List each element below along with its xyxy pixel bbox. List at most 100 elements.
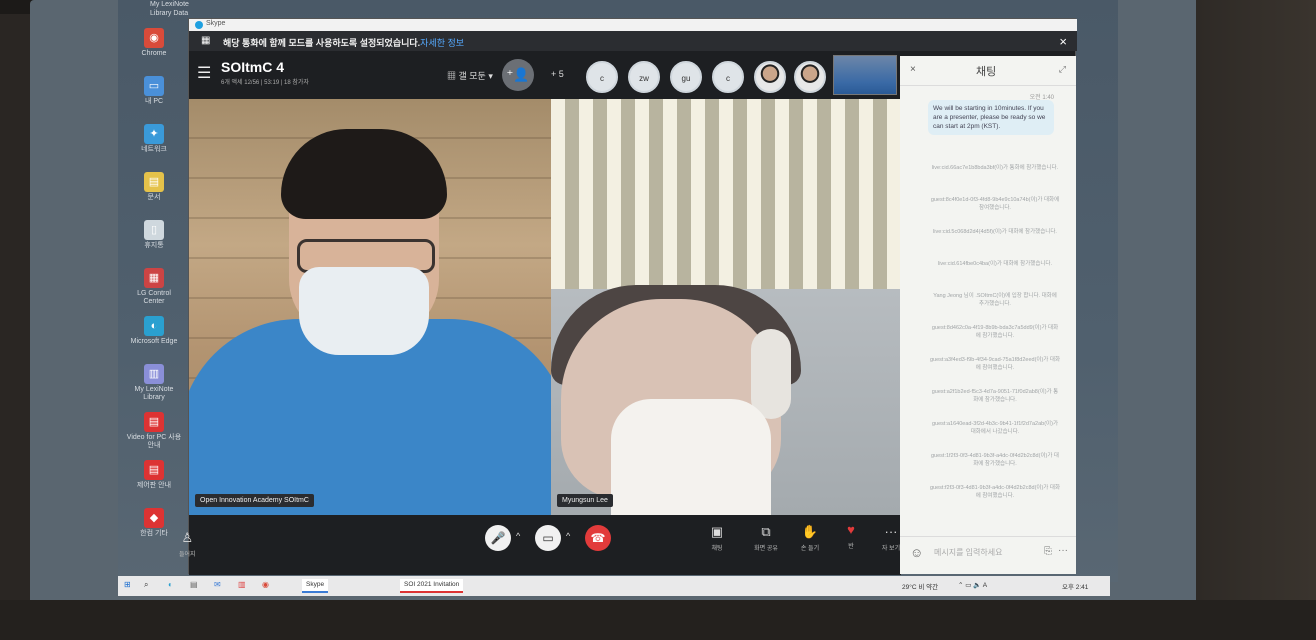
chat-header: × 채팅 ⤢ [900,56,1076,86]
system-message: guest:f2f3-0f3-4d81-9b3f-a4dc-0f4d2b2c8d… [930,485,1061,499]
desktop-app-icon: ▤ [144,460,164,480]
system-message: Yang Jeong 님이 .SOItmC(이)에 입장 합니다. 대화에 추가… [933,293,1057,307]
participant-avatar[interactable]: gu [670,61,702,93]
person-hair [281,129,447,219]
message-input[interactable]: 메시지를 입력하세요 [934,547,1002,558]
desktop-app-icon: ◐ [144,316,164,336]
together-mode-icon: ▦ [201,35,211,46]
call-info: 6개 액세 12/56 | 53:19 | 18 참가자 [221,80,309,86]
participant-avatar[interactable]: c [712,61,744,93]
participant-name-tag: Open Innovation Academy SOItmC [195,494,314,507]
screen-share-button[interactable]: ⧉ 화면 공유 [749,523,783,552]
raise-hand-button[interactable]: ✋ 손 들기 [795,523,825,552]
desktop-app-icon: ▭ [144,76,164,96]
desktop-icon[interactable]: ▦ LG Control Center [126,268,182,306]
desktop-icon-label: 한컴 기타 [140,530,168,537]
desktop-icon[interactable]: ◉ Chrome [126,28,182,58]
desktop-icon-label: 내 PC [144,98,164,105]
system-message: guest:a2f1b2ed-f5c3-4d7a-9051-71f0d2ab8(… [931,389,1059,403]
video-tile-left[interactable]: Open Innovation Academy SOItmC [189,99,551,515]
ceiling-slats [551,99,901,289]
emoji-icon[interactable]: ☺ [910,545,923,560]
chat-panel: × 채팅 ⤢ 오전 1:40 We will be starting in 10… [900,56,1076,574]
system-message: guest:1f2f3-0f3-4d81-9b3f-a4dc-0f4d2b2c8… [930,453,1059,467]
search-icon[interactable]: ⌕ [144,580,148,590]
expand-icon[interactable]: ⤢ [1059,64,1066,75]
desktop-icon-label: Chrome [141,50,167,57]
desktop-icon-label: 네트워크 [141,146,167,153]
chat-close-icon[interactable]: × [910,64,916,75]
participant-name-tag: Myungsun Lee [557,494,613,507]
menu-icon[interactable]: ☰ [197,63,211,83]
desktop-icon[interactable]: ▥ My LexiNote Library [126,364,182,402]
hand-icon: ✋ [801,524,819,539]
chat-more-icon[interactable]: ··· [1058,545,1068,556]
chrome-taskbar-icon[interactable]: ◉ [262,580,269,589]
desktop-icon[interactable]: ◐ Microsoft Edge [126,316,182,346]
self-video-thumbnail[interactable] [833,55,897,95]
mail-taskbar-icon[interactable]: ✉ [214,580,221,589]
system-message: guest:a3f4ed3-f9b-4f34-9cad-75a1f8d2eed(… [930,357,1061,371]
desktop-app-icon: ✦ [144,124,164,144]
reaction-button[interactable]: ♥ 반 [839,521,863,550]
desktop-icon-label: LG Control Center [137,290,171,305]
mic-button[interactable]: 🎤 [485,525,511,551]
chat-message: We will be starting in 10minutes. If you… [928,100,1054,135]
video-tile-right[interactable]: Myungsun Lee [551,99,901,515]
desktop-icon-label: Microsoft Edge [130,338,178,345]
taskbar: ⊞ ⌕ ◐ ▤ ✉ ▥ ◉ Skype SOI 2021 Invitation … [118,576,1110,596]
view-mode-button[interactable]: ▦ 갤 모둔 ▾ [447,69,493,82]
chat-button[interactable]: ▣ 채팅 [705,523,729,552]
person-mask [611,399,771,515]
participant-avatar[interactable]: c [586,61,618,93]
explorer-taskbar-icon[interactable]: ▤ [190,580,198,589]
people-icon: ♙ [181,530,194,545]
camera-button[interactable]: ▭ [535,525,561,551]
add-participant-button[interactable]: ⁺👤 [502,59,534,91]
left-control[interactable]: ♙ 들어지 [179,529,196,558]
notice-link[interactable]: 자세한 정보 [420,38,464,48]
notice-close-icon[interactable]: × [1059,34,1067,49]
desktop-icon[interactable]: ▭ 내 PC [126,76,182,106]
desktop-icon[interactable]: ▤ 문서 [126,172,182,202]
notice-bar: ▦ 해당 통화에 함께 모드를 사용하도록 설정되었습니다.자세한 정보 × [189,31,1077,51]
attach-icon[interactable]: ⎘ [1044,546,1052,557]
participant-avatar-photo[interactable] [794,61,826,93]
clock[interactable]: 오후 2:41 [1062,581,1088,591]
desktop-icon[interactable]: ◆ 한컴 기타 [126,508,182,538]
app-taskbar-icon[interactable]: ▥ [238,580,246,589]
desktop-app-icon: ▯ [144,220,164,240]
desktop-icon[interactable]: ✦ 네트워크 [126,124,182,154]
app-name: Skype [206,20,226,27]
chat-input-bar: ☺ 메시지를 입력하세요 ⎘ ··· [900,536,1076,574]
edge-taskbar-icon[interactable]: ◐ [168,580,173,589]
chat-title: 채팅 [976,66,997,78]
taskbar-skype-app[interactable]: Skype [302,579,329,593]
desktop-app-icon: ▦ [144,268,164,288]
more-icon: ··· [884,524,898,539]
camera-options-chevron-icon[interactable]: ^ [566,531,570,541]
room-right-wall [1196,0,1316,640]
person-mask [299,267,429,355]
system-message: guest:a1640ead-3f2d-4b3c-9b41-1f1f2d7a2a… [931,421,1058,435]
mic-options-chevron-icon[interactable]: ^ [516,531,520,541]
share-screen-icon: ⧉ [761,524,771,539]
notice-text: 해당 통화에 함께 모드를 사용하도록 설정되었습니다.자세한 정보 [223,38,465,48]
desktop-app-icon: ▤ [144,412,164,432]
tray-icons[interactable]: ⌃ ▭ 🔈 A [958,581,987,589]
participant-avatar-photo[interactable] [754,61,786,93]
weather-widget[interactable]: 29°C 비 약간 [902,581,938,591]
participant-avatar[interactable]: zw [628,61,660,93]
hang-up-button[interactable]: ☎ [585,525,611,551]
skype-icon [195,21,203,29]
desktop-icon-label: Video for PC 사용 안내 [126,434,182,449]
desktop-icon[interactable]: ▤ Video for PC 사용 안내 [126,412,182,450]
desktop-top-label: My LexiNote Library Data [150,1,189,17]
start-icon[interactable]: ⊞ [124,580,131,589]
desktop-app-icon: ◆ [144,508,164,528]
taskbar-document-app[interactable]: SOI 2021 Invitation [400,579,464,593]
desktop-icon[interactable]: ▤ 제어판 안내 [126,460,182,490]
desktop-icon[interactable]: ▯ 휴지통 [126,220,182,250]
desktop-app-icon: ◉ [144,28,164,48]
more-participants-count[interactable]: + 5 [551,69,564,79]
